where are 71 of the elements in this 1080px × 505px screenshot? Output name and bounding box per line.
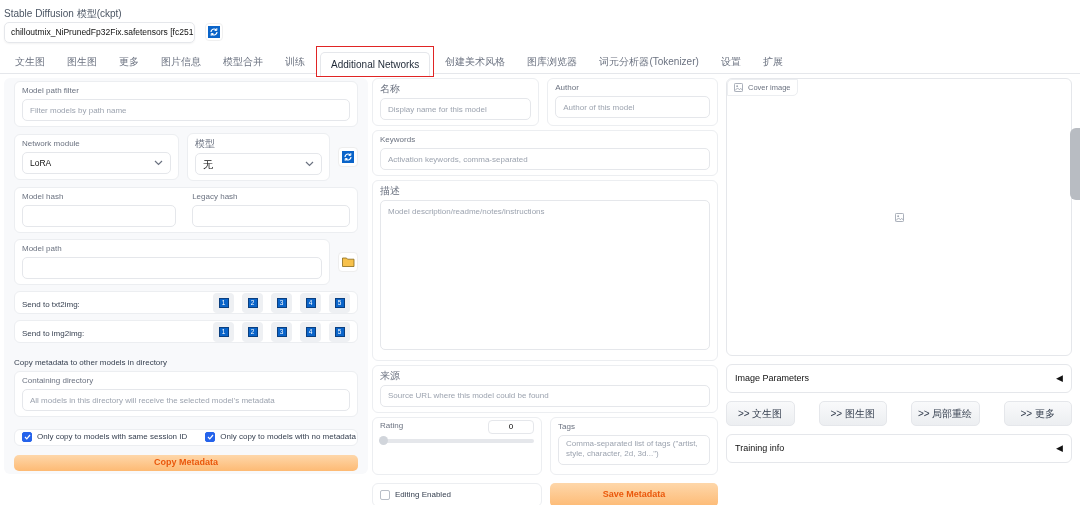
field-label: Model path filter — [22, 85, 79, 97]
checkbox[interactable] — [205, 432, 216, 443]
checkbox[interactable] — [22, 432, 32, 443]
folder-icon — [341, 257, 355, 267]
input-field[interactable]: Activation keywords, comma-separated — [380, 148, 710, 170]
input-field[interactable]: Source URL where this model could be found — [380, 384, 710, 407]
field-label: Tags — [558, 420, 575, 433]
slider-thumb[interactable] — [379, 435, 388, 445]
field-label: Network module — [22, 138, 80, 150]
field-label: Model hash — [22, 191, 64, 203]
side-widget-drawing — [1070, 128, 1080, 200]
folder-button[interactable] — [338, 252, 358, 272]
send-button[interactable]: >> 更多 — [1003, 401, 1072, 426]
path-field[interactable] — [22, 257, 322, 279]
tab[interactable]: 模型合并 — [212, 49, 274, 73]
checkbox[interactable] — [380, 490, 390, 500]
field-label: Containing directory — [22, 375, 94, 388]
chevron-icon — [154, 160, 164, 166]
tab[interactable]: 创建美术风格 — [434, 49, 517, 73]
input-field[interactable]: Display name for this model — [380, 98, 532, 120]
tab[interactable]: 图片信息 — [150, 49, 212, 73]
send-label: Send to img2img: — [22, 328, 85, 341]
tags-field[interactable]: Comma-separated list of tags ("artist, style, character, 2d, 3d...") — [558, 434, 710, 465]
tab[interactable]: 更多 — [108, 49, 150, 73]
tab[interactable]: 训练 — [274, 49, 316, 73]
tab[interactable]: 图库浏览器 — [516, 49, 589, 73]
collapse-icon: ◀ — [1056, 441, 1063, 456]
accordion-header[interactable]: Image Parameters ◀ — [726, 364, 1072, 393]
directory-field[interactable]: All models in this directory will receive the selected model's metadata — [22, 389, 350, 412]
description-field[interactable]: Model description/readme/notes/instructions — [380, 200, 710, 350]
filter-field[interactable]: Filter models by path name — [22, 99, 350, 121]
tab[interactable]: 文生图 — [4, 49, 56, 73]
field-label: Legacy hash — [192, 191, 238, 203]
section-heading: Copy metadata to other models in directory — [14, 357, 168, 370]
tab[interactable]: 词元分析器(Tokenizer) — [588, 49, 710, 73]
tab[interactable]: 扩展 — [751, 49, 794, 73]
checkpoint-label: Stable Diffusion 模型(ckpt) — [4, 7, 122, 21]
input-field[interactable] — [22, 205, 177, 227]
checkbox-label: Only copy to models with no metadata — [220, 431, 356, 444]
refresh-button[interactable] — [338, 147, 358, 167]
number-field[interactable]: 0 — [488, 419, 534, 434]
image-placeholder-icon — [894, 212, 904, 222]
tab[interactable]: Additional Networks — [320, 52, 431, 76]
checkbox-label: Only copy to models with same session ID — [37, 431, 188, 444]
refresh-icon — [208, 26, 220, 38]
dropdown[interactable]: LoRA — [22, 152, 172, 174]
send-button[interactable]: >> 文生图 — [726, 401, 795, 426]
tab[interactable]: 设置 — [709, 49, 752, 73]
refresh-button[interactable] — [205, 23, 223, 41]
refresh-icon — [342, 151, 354, 163]
field-label: Rating — [380, 419, 404, 432]
field-label: Keywords — [380, 134, 416, 146]
field-label: 模型 — [195, 137, 216, 151]
send-button[interactable]: >> 局部重绘 — [911, 401, 980, 426]
send-button[interactable]: >> 图生图 — [818, 401, 887, 426]
send-label: Send to txt2img: — [22, 299, 80, 311]
collapse-icon: ◀ — [1056, 371, 1063, 386]
checkpoint-select[interactable]: chilloutmix_NiPrunedFp32Fix.safetensors [fc251 — [4, 22, 195, 43]
image-icon — [734, 83, 743, 93]
field-label: 来源 — [380, 368, 400, 383]
checkbox-label: Editing Enabled — [395, 489, 452, 501]
field-label: Author — [555, 82, 579, 94]
input-field[interactable] — [192, 205, 350, 227]
accordion-header[interactable]: Training info ◀ — [726, 434, 1072, 463]
chevron-icon — [305, 161, 314, 167]
tab[interactable]: 图生图 — [56, 49, 108, 73]
field-label: 描述 — [380, 184, 400, 198]
field-label: Model path — [22, 243, 62, 255]
dropdown[interactable]: 无 — [195, 153, 322, 175]
field-label: 名称 — [380, 82, 400, 96]
input-field[interactable]: Author of this model — [555, 96, 710, 118]
